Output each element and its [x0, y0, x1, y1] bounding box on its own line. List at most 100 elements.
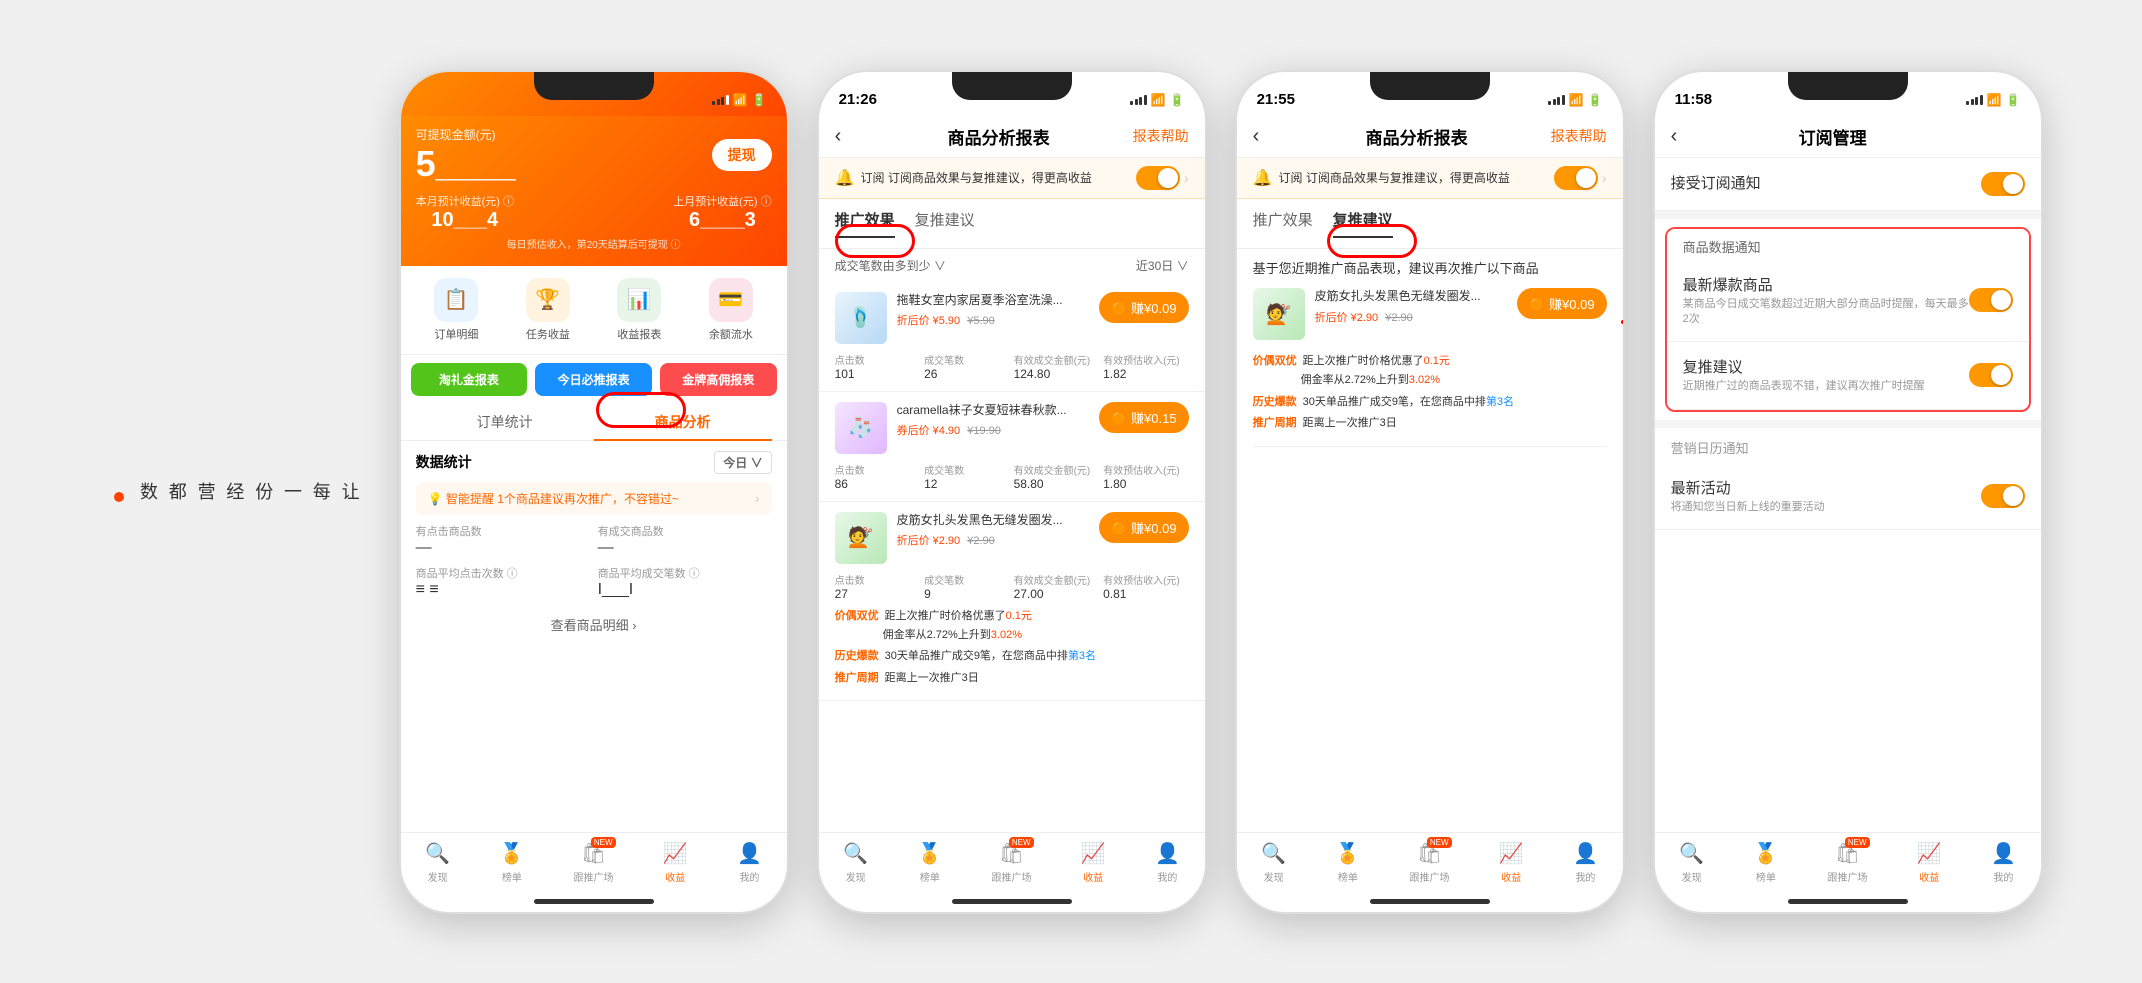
- stats-header: 数据统计 今日 ∨: [416, 451, 772, 474]
- pstat-clicks-2: 点击数 86: [835, 462, 921, 491]
- latest-activity-toggle[interactable]: [1981, 484, 2025, 508]
- btab-promote-2[interactable]: 🛍 跟推广场 NEW: [992, 841, 1032, 884]
- product-stats-2: 点击数 86 成交笔数 12 有效成交金额(元) 58.80 有效预估收入(元)…: [835, 462, 1189, 491]
- btab-earnings-3[interactable]: 📈 收益: [1499, 841, 1524, 884]
- section-subscribe-notify: 接受订阅通知: [1655, 158, 2041, 211]
- pstat-amount-label-1: 有效成交金额(元): [1014, 352, 1100, 367]
- gold-report-button[interactable]: 金牌高佣报表: [660, 363, 777, 396]
- subscribe-toggle-2[interactable]: [1136, 166, 1180, 190]
- notch-2: [952, 72, 1072, 100]
- btab-earnings-4[interactable]: 📈 收益: [1917, 841, 1942, 884]
- battery-icon-1: 🔋: [752, 93, 767, 107]
- nav-help-3[interactable]: 报表帮助: [1551, 126, 1607, 146]
- promote-label-3: 跟推广场: [1410, 869, 1450, 884]
- btab-earnings-2[interactable]: 📈 收益: [1081, 841, 1106, 884]
- earn-button-3[interactable]: 🟠 赚¥0.09: [1099, 512, 1188, 543]
- withdraw-button[interactable]: 提现: [712, 139, 772, 171]
- view-detail-link[interactable]: 查看商品明细 ›: [416, 607, 772, 642]
- icon-earnings-report[interactable]: 📊 收益报表: [617, 278, 661, 342]
- tab-promote-effect-2[interactable]: 推广效果: [835, 209, 895, 238]
- gift-report-button[interactable]: 淘礼金报表: [411, 363, 528, 396]
- pstat-amount-label-3: 有效成交金额(元): [1014, 572, 1100, 587]
- btab-profile-3[interactable]: 👤 我的: [1573, 841, 1598, 884]
- available-section: 可提现金额(元) 5____: [416, 126, 516, 185]
- tip-text-1-p3: 距上次推广时价格优惠了0.1元: [1303, 354, 1450, 369]
- earnings-icon-4: 📈: [1917, 841, 1942, 866]
- stats-title: 数据统计: [416, 452, 472, 472]
- discover-icon-3: 🔍: [1261, 841, 1286, 866]
- subscribe-left-3: 🔔 订阅 订阅商品效果与复推建议，得更高收益: [1253, 168, 1510, 188]
- tab-order-stats[interactable]: 订单统计: [416, 404, 594, 440]
- earn-button-2[interactable]: 🟠 赚¥0.15: [1099, 402, 1188, 433]
- tab-recommend-3[interactable]: 复推建议: [1333, 209, 1393, 238]
- tab-promote-effect-3[interactable]: 推广效果: [1253, 209, 1313, 238]
- nav-help-2[interactable]: 报表帮助: [1133, 126, 1189, 146]
- tip-highlight-1b-p3: 3.02%: [1409, 374, 1440, 386]
- btab-rank-2[interactable]: 🏅 榜单: [917, 841, 942, 884]
- notch-3: [1370, 72, 1490, 100]
- btab-discover-4[interactable]: 🔍 发现: [1679, 841, 1704, 884]
- btab-profile-4[interactable]: 👤 我的: [1991, 841, 2016, 884]
- divider-2: [1655, 420, 2041, 428]
- period-option-2[interactable]: 近30日 ∨: [1136, 257, 1189, 274]
- earnings-row: 本月预计收益(元) ⓘ 10___4 上月预计收益(元) ⓘ 6____3: [416, 193, 772, 232]
- btab-profile-2[interactable]: 👤 我的: [1155, 841, 1180, 884]
- tab-recommend-2[interactable]: 复推建议: [915, 209, 975, 238]
- btab-promote-3[interactable]: 🛍 跟推广场 NEW: [1410, 841, 1450, 884]
- icon-task-earnings[interactable]: 🏆 任务收益: [526, 278, 570, 342]
- pstat-clicks-3: 点击数 27: [835, 572, 921, 601]
- tip-tag-2-p2: 历史爆款: [835, 647, 879, 663]
- btab-rank-3[interactable]: 🏅 榜单: [1335, 841, 1360, 884]
- btab-promote-1[interactable]: 🛍 跟推广场 NEW: [574, 841, 614, 884]
- promote-label-2: 跟推广场: [992, 869, 1032, 884]
- back-button-4[interactable]: ‹: [1671, 125, 1701, 148]
- tab-product-analysis[interactable]: 商品分析: [594, 404, 772, 440]
- latest-hot-toggle[interactable]: [1969, 288, 2013, 312]
- original-price-3: ¥2.90: [967, 535, 995, 547]
- btab-earnings-1[interactable]: 📈 收益: [663, 841, 688, 884]
- product-data-section-highlighted: 商品数据通知 最新爆款商品 某商品今日成交笔数超过近期大部分商品时提醒，每天最多…: [1665, 227, 2031, 412]
- tip-highlight-1b-p2: 3.02%: [991, 629, 1022, 641]
- earn-button-1[interactable]: 🟠 赚¥0.09: [1099, 292, 1188, 323]
- btab-rank-1[interactable]: 🏅 榜单: [499, 841, 524, 884]
- subscribe-toggle-3[interactable]: [1554, 166, 1598, 190]
- latest-hot-title: 最新爆款商品: [1683, 274, 1969, 295]
- latest-hot-item: 最新爆款商品 某商品今日成交笔数超过近期大部分商品时提醒，每天最多2次: [1667, 260, 2029, 343]
- stat-sold-value: —: [598, 539, 772, 557]
- sort-option-2[interactable]: 成交笔数由多到少 ∨: [835, 257, 946, 274]
- pstat-orders-value-3: 9: [924, 587, 1010, 601]
- subscribe-notify-toggle[interactable]: [1981, 172, 2025, 196]
- subscribe-arrow-3: ›: [1602, 170, 1607, 186]
- tip-row-3-p3: 推广周期 距离上一次推广3日: [1253, 414, 1607, 431]
- btab-promote-4[interactable]: 🛍 跟推广场 NEW: [1828, 841, 1868, 884]
- daily-report-button[interactable]: 今日必推报表: [535, 363, 652, 396]
- pstat-income-value-2: 1.80: [1103, 477, 1189, 491]
- back-button-2[interactable]: ‹: [835, 125, 865, 148]
- period-select[interactable]: 今日 ∨: [714, 451, 771, 474]
- btab-rank-4[interactable]: 🏅 榜单: [1753, 841, 1778, 884]
- subscribe-toggle-group-2: ›: [1136, 166, 1189, 190]
- discover-icon-4: 🔍: [1679, 841, 1704, 866]
- product-price-p3: 折后价 ¥2.90 ¥2.90: [1315, 309, 1508, 325]
- icon-balance[interactable]: 💳 余额流水: [709, 278, 753, 342]
- btab-discover-2[interactable]: 🔍 发现: [843, 841, 868, 884]
- stat-avg-clicks: 商品平均点击次数 ⓘ ≡ ≡: [416, 565, 590, 599]
- subscribe-bar-2: 🔔 订阅 订阅商品效果与复推建议，得更高收益 ›: [819, 158, 1205, 199]
- btab-discover-3[interactable]: 🔍 发现: [1261, 841, 1286, 884]
- recommend-again-toggle[interactable]: [1969, 363, 2013, 387]
- tip-text-2-p2: 30天单品推广成交9笔，在您商品中排第3名: [885, 649, 1096, 664]
- earn-button-p3[interactable]: 🟠 赚¥0.09: [1517, 288, 1606, 319]
- btab-discover-1[interactable]: 🔍 发现: [425, 841, 450, 884]
- stat-clicked-products: 有点击商品数 —: [416, 523, 590, 557]
- back-button-3[interactable]: ‹: [1253, 125, 1283, 148]
- icon-order-detail[interactable]: 📋 订单明细: [434, 278, 478, 342]
- tip-row-1-p3: 价偶双优 距上次推广时价格优惠了0.1元: [1253, 352, 1607, 369]
- btab-profile-1[interactable]: 👤 我的: [737, 841, 762, 884]
- smart-tip[interactable]: 💡 智能提醒 1个商品建议再次推广，不容错过~ ›: [416, 482, 772, 515]
- promote-label-4: 跟推广场: [1828, 869, 1868, 884]
- action-buttons: 淘礼金报表 今日必推报表 金牌高佣报表: [401, 355, 787, 404]
- signal-icon-4: [1966, 95, 1983, 105]
- product-name-p3: 皮筋女扎头发黑色无缝发圈发...: [1315, 288, 1508, 305]
- stat-clicked-label: 有点击商品数: [416, 523, 590, 539]
- product-name-2: caramella袜子女夏短袜春秋款...: [897, 402, 1090, 419]
